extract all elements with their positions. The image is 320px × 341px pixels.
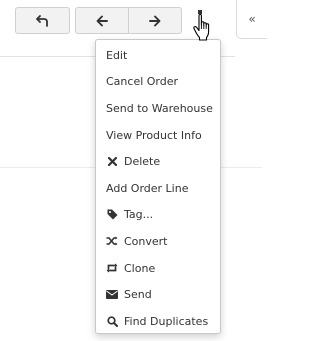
shuffle-icon xyxy=(106,235,118,247)
arrow-right-icon xyxy=(149,15,161,26)
navigation-button-group xyxy=(75,7,182,34)
menu-item-convert[interactable]: Convert xyxy=(96,228,220,255)
collapse-label: « xyxy=(248,12,256,26)
more-actions-button[interactable] xyxy=(192,7,208,33)
arrow-left-icon xyxy=(96,15,108,26)
divider xyxy=(218,167,262,168)
menu-item-find-duplicates[interactable]: Find Duplicates xyxy=(96,308,220,335)
menu-item-label: Cancel Order xyxy=(106,75,179,89)
tag-icon xyxy=(106,209,118,221)
menu-item-add-order-line[interactable]: Add Order Line xyxy=(96,175,220,202)
retweet-icon xyxy=(106,262,118,274)
actions-dropdown-menu: Edit Cancel Order Send to Warehouse View… xyxy=(95,39,221,334)
collapse-panel-button[interactable]: « xyxy=(236,0,267,39)
menu-item-label: Delete xyxy=(124,155,161,169)
menu-item-label: Tag... xyxy=(124,208,154,222)
menu-item-send[interactable]: Send xyxy=(96,281,220,308)
menu-item-view-product-info[interactable]: View Product Info xyxy=(96,122,220,149)
menu-item-edit[interactable]: Edit xyxy=(96,42,220,69)
menu-item-cancel-order[interactable]: Cancel Order xyxy=(96,69,220,96)
search-icon xyxy=(106,315,118,327)
menu-item-clone[interactable]: Clone xyxy=(96,255,220,282)
divider xyxy=(0,167,100,168)
undo-arrow-icon xyxy=(35,14,48,27)
menu-item-label: Convert xyxy=(124,234,168,248)
menu-item-label: View Product Info xyxy=(106,128,202,142)
close-x-icon xyxy=(106,156,118,168)
menu-item-tag[interactable]: Tag... xyxy=(96,202,220,229)
previous-button[interactable] xyxy=(76,8,128,33)
menu-item-label: Edit xyxy=(106,48,128,62)
kebab-vertical-icon xyxy=(198,10,202,14)
menu-item-label: Send to Warehouse xyxy=(106,101,213,115)
menu-item-delete[interactable]: Delete xyxy=(96,148,220,175)
next-button[interactable] xyxy=(128,8,181,33)
back-button[interactable] xyxy=(15,7,70,34)
menu-item-label: Find Duplicates xyxy=(124,314,209,328)
menu-item-label: Add Order Line xyxy=(106,181,189,195)
menu-item-label: Send xyxy=(124,288,152,302)
menu-item-send-to-warehouse[interactable]: Send to Warehouse xyxy=(96,95,220,122)
envelope-icon xyxy=(106,289,118,301)
menu-item-label: Clone xyxy=(124,261,156,275)
